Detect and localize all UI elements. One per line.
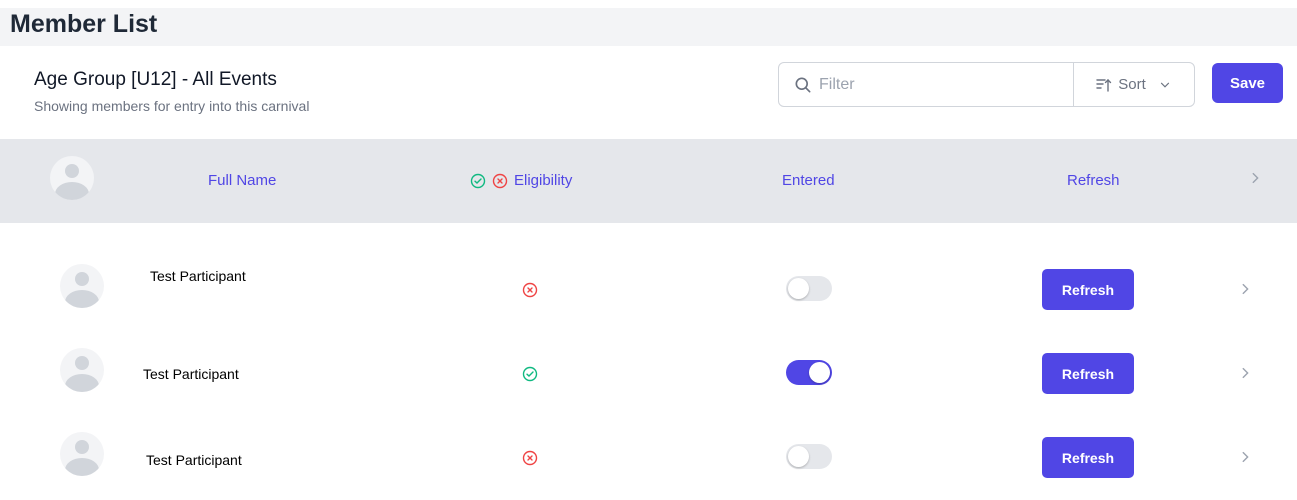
title-bar: Member List [0, 8, 1297, 46]
save-button[interactable]: Save [1212, 63, 1283, 103]
check-circle-icon [470, 173, 486, 188]
chevron-right-icon[interactable] [1238, 282, 1252, 301]
user-avatar-icon [60, 348, 104, 392]
refresh-button[interactable]: Refresh [1042, 269, 1134, 310]
page-title: Member List [10, 10, 158, 38]
x-circle-icon [492, 173, 508, 188]
filter-sort-group: Sort [778, 62, 1195, 107]
chevron-right-icon[interactable] [1238, 366, 1252, 385]
user-avatar-icon [60, 264, 104, 308]
refresh-button[interactable]: Refresh [1042, 437, 1134, 478]
filter-input[interactable] [819, 72, 1059, 98]
participant-name: Test Participant [143, 366, 239, 382]
table-row[interactable]: Test Participant Refresh [0, 332, 1297, 416]
entered-toggle[interactable] [786, 360, 832, 385]
x-circle-icon [522, 450, 538, 466]
participant-name: Test Participant [146, 452, 242, 468]
chevron-down-icon [1160, 82, 1169, 88]
user-avatar-icon [50, 156, 94, 200]
chevron-right-icon[interactable] [1248, 171, 1262, 190]
table-header: Full Name Eligibility Entered Refresh [0, 139, 1297, 223]
column-header-entered[interactable]: Entered [782, 172, 835, 189]
column-header-eligibility[interactable]: Eligibility [470, 172, 572, 189]
entered-toggle[interactable] [786, 444, 832, 469]
search-icon [795, 77, 811, 93]
column-header-full-name[interactable]: Full Name [208, 172, 276, 189]
participant-name: Test Participant [150, 268, 246, 284]
subheader-title: Age Group [U12] - All Events [34, 69, 277, 90]
sort-label: Sort [1118, 76, 1146, 93]
table-row[interactable]: Test Participant Refresh [0, 248, 1297, 332]
eligibility-label: Eligibility [514, 172, 573, 189]
sort-button[interactable]: Sort [1074, 63, 1194, 106]
refresh-button[interactable]: Refresh [1042, 353, 1134, 394]
chevron-right-icon[interactable] [1238, 450, 1252, 469]
sort-icon [1096, 78, 1112, 92]
user-avatar-icon [60, 432, 104, 476]
table-row[interactable]: Test Participant Refresh [0, 416, 1297, 500]
x-circle-icon [522, 282, 538, 298]
column-header-refresh[interactable]: Refresh [1067, 172, 1120, 189]
check-circle-icon [522, 366, 538, 382]
entered-toggle[interactable] [786, 276, 832, 301]
subheader-description: Showing members for entry into this carn… [34, 98, 310, 114]
